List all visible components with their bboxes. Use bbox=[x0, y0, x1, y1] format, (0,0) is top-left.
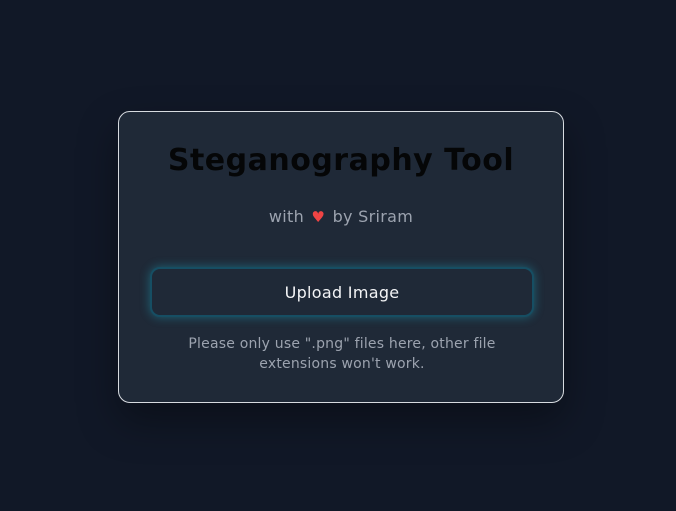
upload-image-button[interactable]: Upload Image bbox=[150, 267, 534, 317]
heart-icon: ♥ bbox=[311, 208, 326, 226]
upload-image-label: Upload Image bbox=[284, 282, 400, 302]
subtitle: with ♥ by Sriram bbox=[119, 207, 563, 226]
page: Steganography Tool with ♥ by Sriram Uplo… bbox=[0, 0, 676, 511]
tool-card: Steganography Tool with ♥ by Sriram Uplo… bbox=[118, 111, 564, 403]
page-title: Steganography Tool bbox=[167, 143, 515, 178]
file-type-note-line-2: extensions won't work. bbox=[259, 356, 425, 372]
subtitle-suffix: by Sriram bbox=[332, 207, 414, 226]
file-type-note-line-1: Please only use ".png" files here, other… bbox=[188, 336, 496, 352]
subtitle-prefix: with bbox=[268, 207, 305, 226]
file-type-note: Please only use ".png" files here, other… bbox=[159, 334, 525, 374]
